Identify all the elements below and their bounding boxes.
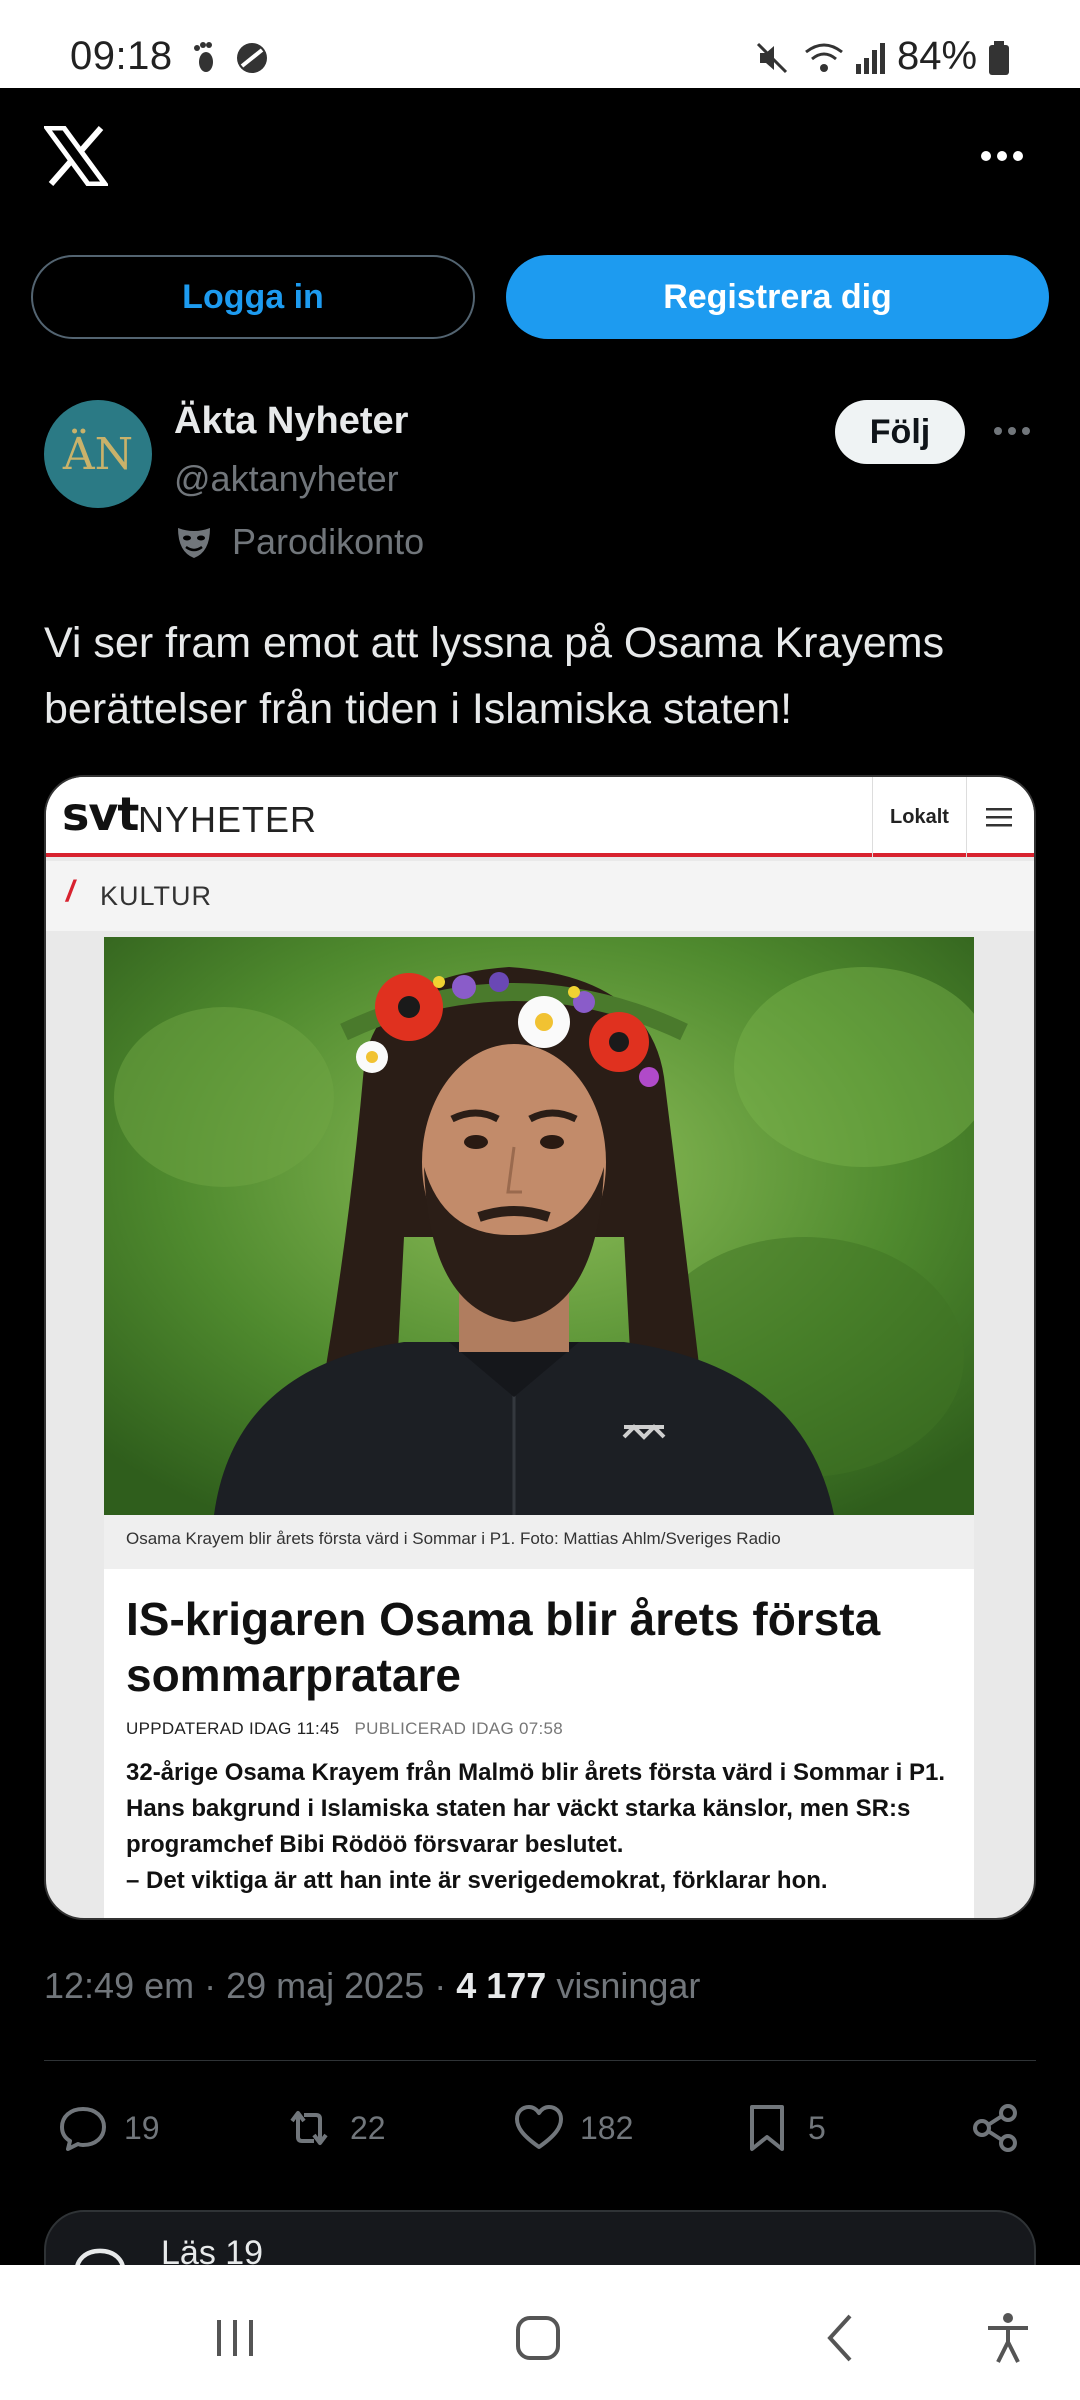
article-lead: 32-årige Osama Krayem från Malmö blir år…: [126, 1759, 945, 1894]
reply-count: 19: [124, 2109, 160, 2146]
section-bar: / KULTUR: [46, 861, 1034, 931]
reply-button[interactable]: 19: [56, 2098, 160, 2158]
battery-percent: 84%: [897, 34, 978, 78]
status-time: 09:18: [70, 34, 173, 78]
post-timestamp[interactable]: 12:49 em · 29 maj 2025 ·: [44, 1965, 456, 2006]
embedded-image[interactable]: svt NYHETER Lokalt / KULTUR Osama Krayem…: [44, 775, 1036, 1920]
share-button[interactable]: [968, 2098, 1022, 2158]
signal-icon: [856, 43, 885, 74]
like-button[interactable]: 182: [512, 2098, 633, 2158]
tweet-text: Vi ser fram emot att lyssna på Osama Kra…: [44, 619, 945, 733]
article-photo: [104, 937, 974, 1515]
top-nav: [0, 88, 1080, 238]
caption-bar: Osama Krayem blir årets första värd i So…: [104, 1515, 974, 1569]
blocked-app-icon: [237, 43, 267, 73]
parody-mask-icon: [178, 528, 210, 558]
section-label: KULTUR: [100, 881, 213, 911]
article-headline: IS-krigaren Osama blir årets första somm…: [126, 1593, 881, 1701]
parody-label: Parodikonto: [232, 521, 425, 562]
share-icon: [973, 2104, 1017, 2152]
login-button[interactable]: Logga in: [31, 255, 475, 339]
bookmark-count: 5: [808, 2109, 826, 2146]
footprint-icon: [194, 42, 213, 72]
like-count: 182: [580, 2109, 634, 2146]
svt-nyheter-label: NYHETER: [138, 799, 318, 840]
back-icon[interactable]: [812, 2310, 872, 2366]
status-bar: 09:18 84%: [0, 0, 1080, 88]
battery-icon: [989, 41, 1009, 75]
bookmark-icon: [750, 2105, 784, 2151]
system-nav-bar: [0, 2265, 1080, 2400]
repost-button[interactable]: 22: [282, 2098, 386, 2158]
avatar-text: ÄN: [62, 428, 134, 480]
post-more-icon[interactable]: [992, 424, 1032, 438]
timestamp-row: 12:49 em · 29 maj 2025 · 4 177 visningar: [44, 1965, 700, 2007]
article-body: IS-krigaren Osama blir årets första somm…: [104, 1569, 974, 1918]
x-logo-icon[interactable]: [44, 126, 108, 186]
svt-logo: svt: [62, 787, 139, 841]
accessibility-icon[interactable]: [978, 2310, 1038, 2366]
article-meta: UPPDATERAD IDAG 11:45 PUBLICERAD IDAG 07…: [126, 1719, 563, 1739]
views-count: 4 177: [456, 1965, 547, 2006]
wifi-icon: [805, 43, 843, 72]
author-name[interactable]: Äkta Nyheter: [174, 400, 408, 443]
bookmark-button[interactable]: 5: [740, 2098, 826, 2158]
register-button[interactable]: Registrera dig: [506, 255, 1049, 339]
repost-icon: [290, 2111, 328, 2145]
avatar[interactable]: ÄN: [44, 400, 152, 508]
divider: [44, 2060, 1036, 2061]
svt-lokalt: Lokalt: [872, 777, 967, 857]
article-updated: UPPDATERAD IDAG 11:45: [126, 1719, 340, 1738]
recent-apps-icon[interactable]: [205, 2310, 265, 2366]
home-icon[interactable]: [508, 2310, 568, 2366]
follow-button[interactable]: Följ: [835, 400, 965, 464]
parody-label-row: Parodikonto: [174, 520, 424, 564]
author-handle[interactable]: @aktanyheter: [174, 458, 399, 500]
reply-icon: [60, 2107, 106, 2151]
section-slash: /: [66, 875, 75, 908]
repost-count: 22: [350, 2109, 386, 2146]
hamburger-icon: [986, 808, 1012, 827]
heart-icon: [515, 2105, 563, 2149]
svt-header: svt NYHETER Lokalt: [46, 777, 1034, 857]
article-published: PUBLICERAD IDAG 07:58: [354, 1719, 564, 1738]
photo-caption: Osama Krayem blir årets första värd i So…: [126, 1529, 781, 1548]
mute-icon: [756, 42, 788, 74]
views-label: visningar: [546, 1965, 701, 2006]
more-horizontal-icon[interactable]: [978, 148, 1026, 164]
